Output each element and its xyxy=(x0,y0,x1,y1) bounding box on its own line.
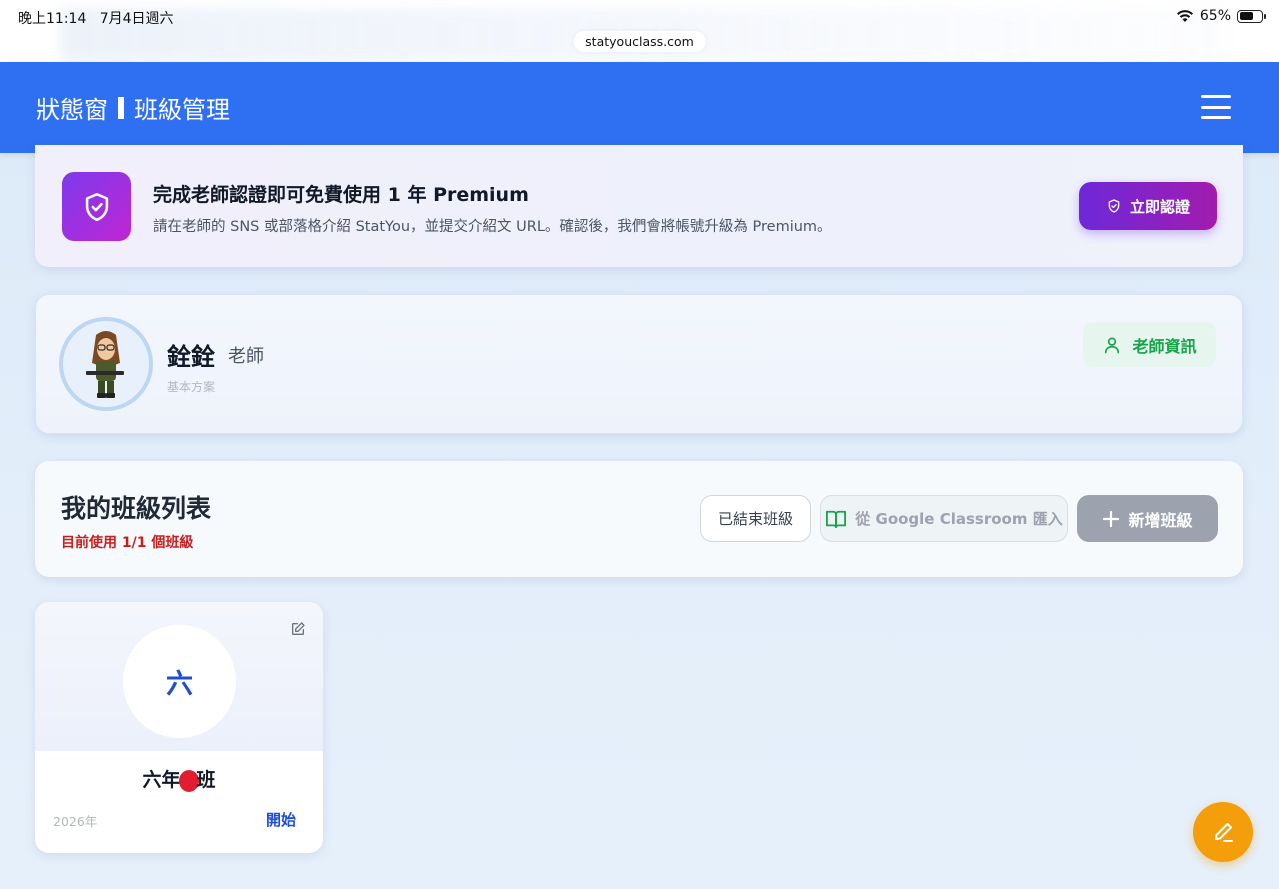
teacher-info-label: 老師資訊 xyxy=(1132,336,1197,356)
class-name-suffix: 班 xyxy=(196,769,216,791)
status-indicators: 65% xyxy=(1176,8,1266,24)
start-class-link[interactable]: 開始 xyxy=(266,809,296,830)
app-name: 狀態窗 xyxy=(36,96,108,124)
class-list-title: 我的班級列表 xyxy=(61,494,212,523)
ended-classes-label: 已結束班級 xyxy=(717,510,793,528)
book-open-icon xyxy=(826,510,847,528)
teacher-plan: 基本方案 xyxy=(167,380,216,394)
edit-icon[interactable] xyxy=(290,621,306,637)
premium-banner: 完成老師認證即可免費使用 1 年 Premium 請在老師的 SNS 或部落格介… xyxy=(35,145,1243,267)
teacher-info-button[interactable]: 老師資訊 xyxy=(1083,322,1216,367)
shield-icon xyxy=(1108,199,1120,213)
class-card[interactable]: 六 六年班 2026年 開始 xyxy=(35,602,323,853)
battery-icon xyxy=(1237,9,1266,23)
teacher-role: 老師 xyxy=(228,346,264,367)
class-name-prefix: 六年 xyxy=(142,769,181,791)
status-time: 晚上11:14 7月4日週六 xyxy=(18,8,174,28)
class-year: 2026年 xyxy=(53,814,98,829)
google-classroom-label: 從 Google Classroom 匯入 xyxy=(855,510,1063,528)
google-classroom-import-button[interactable]: 從 Google Classroom 匯入 xyxy=(820,495,1068,542)
class-name: 六年班 xyxy=(35,765,323,792)
redaction-mark xyxy=(178,769,199,792)
premium-description: 請在老師的 SNS 或部落格介紹 StatYou，並提交介紹文 URL。確認後，… xyxy=(153,219,832,235)
status-date-text: 7月4日週六 xyxy=(99,11,174,27)
brand-divider xyxy=(118,96,124,119)
url-bar[interactable]: statyouclass.com xyxy=(573,31,706,52)
brand[interactable]: 狀態窗 班級管理 xyxy=(36,90,230,125)
verify-now-label: 立即認證 xyxy=(1129,197,1190,216)
hamburger-menu-icon[interactable] xyxy=(1201,95,1231,119)
add-class-button[interactable]: 新增班級 xyxy=(1077,495,1218,542)
class-usage-count: 目前使用 1/1 個班級 xyxy=(61,535,194,551)
teacher-avatar[interactable] xyxy=(59,317,153,411)
shield-check-icon xyxy=(62,172,131,241)
section-title: 班級管理 xyxy=(134,96,230,124)
pencil-icon xyxy=(1215,823,1233,842)
class-list-header: 我的班級列表 目前使用 1/1 個班級 已結束班級 從 Google Class… xyxy=(35,461,1243,577)
teacher-name: 銓銓 xyxy=(167,343,215,371)
teacher-profile-card: 銓銓 老師 基本方案 老師資訊 xyxy=(35,294,1243,434)
class-badge: 六 xyxy=(123,625,236,738)
edit-fab-button[interactable] xyxy=(1193,802,1253,862)
battery-percent: 65% xyxy=(1199,8,1231,24)
status-bar: 晚上11:14 7月4日週六 65% statyouclass.com xyxy=(0,0,1279,62)
status-time-text: 晚上11:14 xyxy=(18,11,87,27)
character-avatar-icon xyxy=(86,331,124,398)
add-class-label: 新增班級 xyxy=(1128,510,1193,530)
verify-now-button[interactable]: 立即認證 xyxy=(1079,182,1217,230)
premium-title: 完成老師認證即可免費使用 1 年 Premium xyxy=(153,184,529,206)
plus-icon xyxy=(1103,510,1120,527)
wifi-icon xyxy=(1176,10,1193,22)
ended-classes-button[interactable]: 已結束班級 xyxy=(700,495,811,542)
user-icon xyxy=(1105,337,1120,353)
app-header: 狀態窗 班級管理 xyxy=(0,62,1279,153)
class-card-header: 六 xyxy=(35,602,323,751)
